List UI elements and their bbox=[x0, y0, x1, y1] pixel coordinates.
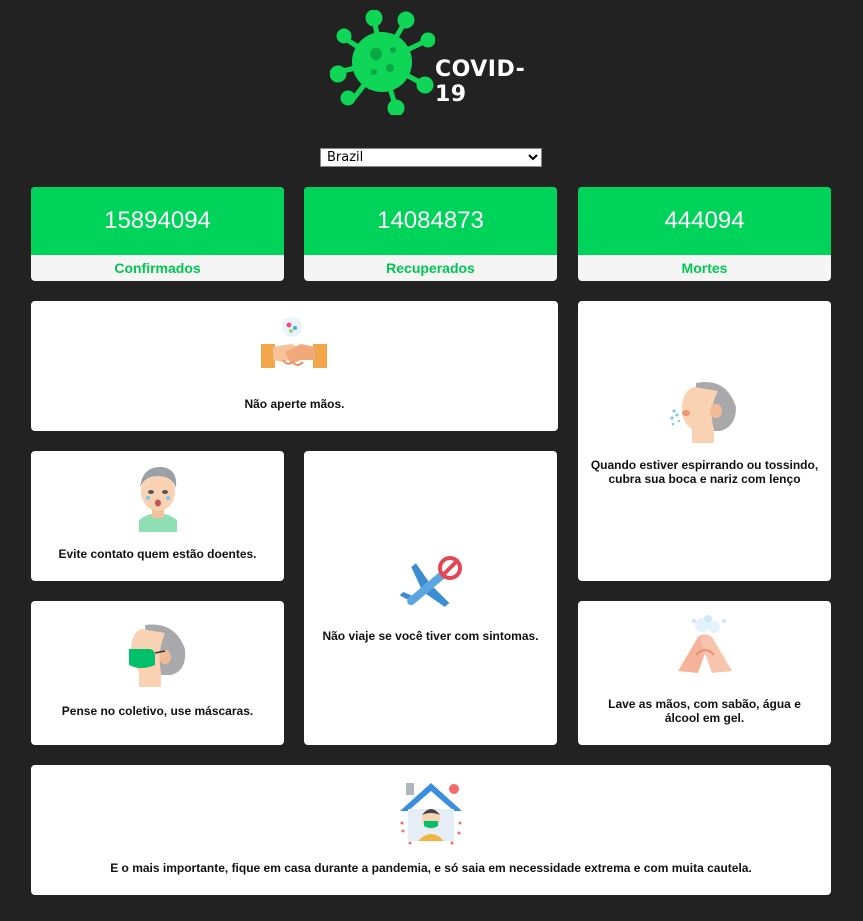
stat-confirmed: 15894094 Confirmados bbox=[31, 187, 284, 281]
tip-text-wash: Lave as mãos, com sabão, água e álcool e… bbox=[608, 697, 801, 725]
tip-text-cough: Quando estiver espirrando ou tossindo, c… bbox=[590, 458, 819, 486]
tip-text-sick-contact: Evite contato quem estão doentes. bbox=[58, 547, 257, 561]
stat-deaths: 444094 Mortes bbox=[578, 187, 831, 281]
stay-home-icon bbox=[400, 783, 462, 845]
tip-text-mask: Pense no coletivo, use máscaras. bbox=[61, 704, 254, 718]
tip-card-mask: Pense no coletivo, use máscaras. bbox=[31, 601, 284, 745]
tip-card-cough: Quando estiver espirrando ou tossindo, c… bbox=[578, 301, 831, 581]
deaths-label: Mortes bbox=[681, 260, 728, 276]
virus-icon bbox=[330, 10, 435, 115]
tip-text-stay-home: E o mais importante, fique em casa duran… bbox=[110, 861, 752, 875]
header: COVID-19 bbox=[330, 10, 550, 115]
hand-wash-icon bbox=[678, 615, 732, 673]
recovered-label: Recuperados bbox=[386, 260, 475, 276]
tip-text-handshake: Não aperte mãos. bbox=[244, 397, 345, 411]
tip-card-sick-contact: Evite contato quem estão doentes. bbox=[31, 451, 284, 581]
deaths-count: 444094 bbox=[578, 187, 831, 255]
sick-person-icon bbox=[139, 466, 177, 532]
tip-card-handshake: Não aperte mãos. bbox=[31, 301, 558, 431]
handshake-icon bbox=[261, 317, 327, 368]
app-title: COVID-19 bbox=[435, 57, 526, 107]
tip-card-stay-home: E o mais importante, fique em casa duran… bbox=[31, 765, 831, 895]
tip-text-travel: Não viaje se você tiver com sintomas. bbox=[322, 629, 539, 643]
mask-icon bbox=[129, 624, 186, 687]
stat-recovered: 14084873 Recuperados bbox=[304, 187, 557, 281]
recovered-count: 14084873 bbox=[304, 187, 557, 255]
tip-card-wash: Lave as mãos, com sabão, água e álcool e… bbox=[578, 601, 831, 745]
confirmed-count: 15894094 bbox=[31, 187, 284, 255]
tip-card-travel: Não viaje se você tiver com sintomas. bbox=[304, 451, 557, 745]
no-travel-icon bbox=[399, 556, 462, 607]
confirmed-label: Confirmados bbox=[114, 260, 201, 276]
cough-icon bbox=[670, 382, 736, 443]
country-select[interactable]: Brazil bbox=[320, 148, 542, 167]
